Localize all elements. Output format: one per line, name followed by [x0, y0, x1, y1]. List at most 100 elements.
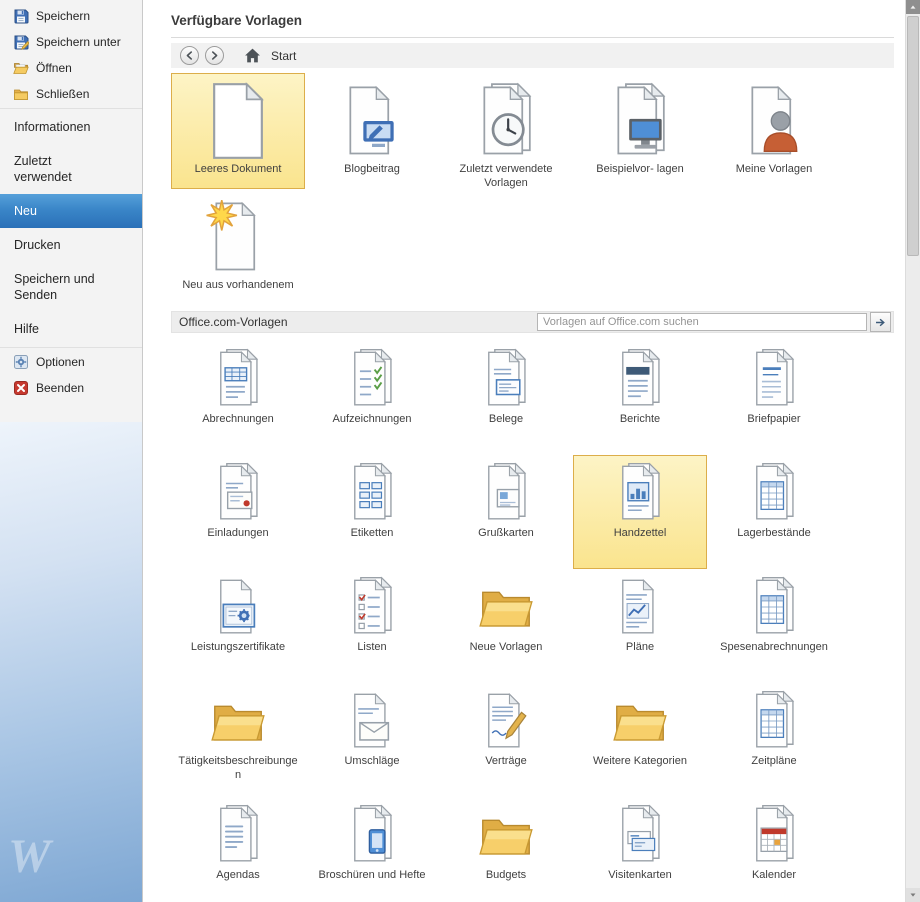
sidebar-item-beenden[interactable]: Beenden: [0, 375, 142, 401]
template-agendas[interactable]: Agendas: [171, 797, 305, 902]
word-backstage-view: Speichern Speichern unter Öffnen Schließ…: [0, 0, 920, 902]
template-leistungszertifikate[interactable]: Leistungszertifikate: [171, 569, 305, 683]
template-blogbeitrag[interactable]: Blogbeitrag: [305, 73, 439, 189]
template-etiketten[interactable]: Etiketten: [305, 455, 439, 569]
template-zeitplaene[interactable]: Zeitpläne: [707, 683, 841, 797]
sidebar-tab-neu[interactable]: Neu: [0, 194, 142, 228]
template-label: Verträge: [485, 755, 527, 767]
recent-templates-icon: [467, 82, 545, 160]
open-folder-icon: [13, 60, 29, 76]
sidebar-tab-label: Drucken: [14, 238, 61, 252]
checked-document-icon: [341, 348, 403, 410]
template-label: Pläne: [625, 641, 655, 653]
template-plaene[interactable]: Pläne: [573, 569, 707, 683]
template-label: Etiketten: [350, 527, 394, 539]
sidebar-tab-speichern-und-senden[interactable]: Speichern und Senden: [0, 262, 142, 312]
template-label: Leistungszertifikate: [190, 641, 286, 653]
template-leeres-dokument[interactable]: Leeres Dokument: [171, 73, 305, 189]
template-label: Briefpapier: [747, 413, 801, 425]
sidebar-command-group: Speichern Speichern unter Öffnen Schließ…: [0, 0, 142, 107]
template-briefpapier[interactable]: Briefpapier: [707, 341, 841, 455]
sidebar-item-optionen[interactable]: Optionen: [0, 349, 142, 375]
forward-icon: [209, 50, 220, 61]
scroll-down-button[interactable]: [906, 888, 920, 902]
new-from-existing-icon: [199, 198, 277, 276]
template-label: Neue Vorlagen: [469, 641, 543, 653]
template-berichte[interactable]: Berichte: [573, 341, 707, 455]
sample-templates-icon: [601, 82, 679, 160]
template-label: Handzettel: [613, 527, 667, 539]
office-templates-section-header: Office.com-Vorlagen: [171, 311, 894, 333]
contract-document-icon: [475, 690, 537, 752]
sidebar-tab-hilfe[interactable]: Hilfe: [0, 312, 142, 346]
available-templates-panel: Verfügbare Vorlagen Start Leeres Dokumen…: [143, 0, 920, 902]
template-weitere-kategorien[interactable]: Weitere Kategorien: [573, 683, 707, 797]
sidebar-tab-label: Zuletzt verwendet: [14, 154, 72, 184]
template-abrechnungen[interactable]: Abrechnungen: [171, 341, 305, 455]
folder-icon: [475, 576, 537, 638]
sidebar-tab-informationen[interactable]: Informationen: [0, 110, 142, 144]
template-listen[interactable]: Listen: [305, 569, 439, 683]
letterhead-document-icon: [743, 348, 805, 410]
home-icon[interactable]: [244, 47, 261, 64]
template-belege[interactable]: Belege: [439, 341, 573, 455]
template-label: Grußkarten: [478, 527, 534, 539]
scroll-up-icon: [910, 5, 916, 9]
template-label: Belege: [488, 413, 524, 425]
back-icon: [184, 50, 195, 61]
template-visitenkarten[interactable]: Visitenkarten: [573, 797, 707, 902]
sidebar-item-label: Speichern unter: [36, 35, 121, 49]
folder-icon: [475, 804, 537, 866]
checklist-document-icon: [341, 576, 403, 638]
template-spesenabrechnungen[interactable]: Spesenabrechnungen: [707, 569, 841, 683]
sidebar-tab-zuletzt-verwendet[interactable]: Zuletzt verwendet: [0, 144, 142, 194]
template-zuletzt-verwendete-vorlagen[interactable]: Zuletzt verwendete Vorlagen: [439, 73, 573, 189]
forward-button[interactable]: [205, 46, 224, 65]
template-label: Lagerbestände: [737, 527, 811, 539]
office-templates-grid: Abrechnungen Aufzeichnungen Belege Beric…: [143, 341, 920, 902]
template-neue-vorlagen[interactable]: Neue Vorlagen: [439, 569, 573, 683]
template-label: Budgets: [485, 869, 527, 881]
template-neu-aus-vorhandenem[interactable]: Neu aus vorhandenem: [171, 189, 305, 305]
template-label: Tätigkeitsbeschreibungen: [178, 755, 298, 781]
template-label: Berichte: [619, 413, 661, 425]
back-button[interactable]: [180, 46, 199, 65]
template-lagerbestaende[interactable]: Lagerbestände: [707, 455, 841, 569]
template-kalender[interactable]: Kalender: [707, 797, 841, 902]
template-label: Agendas: [216, 869, 260, 881]
template-umschlaege[interactable]: Umschläge: [305, 683, 439, 797]
template-label: Spesenabrechnungen: [720, 641, 828, 653]
template-budgets[interactable]: Budgets: [439, 797, 573, 902]
template-taetigkeitsbeschreibungen[interactable]: Tätigkeitsbeschreibungen: [171, 683, 305, 797]
template-grusskarten[interactable]: Grußkarten: [439, 455, 573, 569]
sidebar-item-oeffnen[interactable]: Öffnen: [0, 55, 142, 81]
sidebar-item-schliessen[interactable]: Schließen: [0, 81, 142, 107]
sidebar-tab-drucken[interactable]: Drucken: [0, 228, 142, 262]
sidebar-item-speichern[interactable]: Speichern: [0, 3, 142, 29]
scrollbar-thumb[interactable]: [907, 16, 919, 256]
template-broschueren-und-hefte[interactable]: Broschüren und Hefte: [305, 797, 439, 902]
template-beispielvorlagen[interactable]: Beispielvor- lagen: [573, 73, 707, 189]
sidebar-item-speichern-unter[interactable]: Speichern unter: [0, 29, 142, 55]
save-icon: [13, 8, 29, 24]
sidebar-item-label: Speichern: [36, 9, 91, 23]
search-go-button[interactable]: [870, 312, 891, 332]
template-navigation-bar: Start: [171, 43, 894, 68]
template-label: Beispielvor- lagen: [596, 163, 684, 175]
template-handzettel[interactable]: Handzettel: [573, 455, 707, 569]
folder-icon: [609, 690, 671, 752]
sidebar-item-label: Optionen: [36, 355, 85, 369]
template-meine-vorlagen[interactable]: Meine Vorlagen: [707, 73, 841, 189]
template-search-input[interactable]: [537, 313, 867, 331]
table-document-icon: [743, 576, 805, 638]
template-einladungen[interactable]: Einladungen: [171, 455, 305, 569]
vertical-scrollbar[interactable]: [905, 0, 920, 902]
my-templates-icon: [735, 82, 813, 160]
scroll-up-button[interactable]: [906, 0, 920, 14]
template-aufzeichnungen[interactable]: Aufzeichnungen: [305, 341, 439, 455]
greeting-card-icon: [475, 462, 537, 524]
sidebar-item-label: Beenden: [36, 381, 85, 395]
page-title: Verfügbare Vorlagen: [171, 13, 303, 28]
exit-icon: [13, 380, 29, 396]
template-vertraege[interactable]: Verträge: [439, 683, 573, 797]
